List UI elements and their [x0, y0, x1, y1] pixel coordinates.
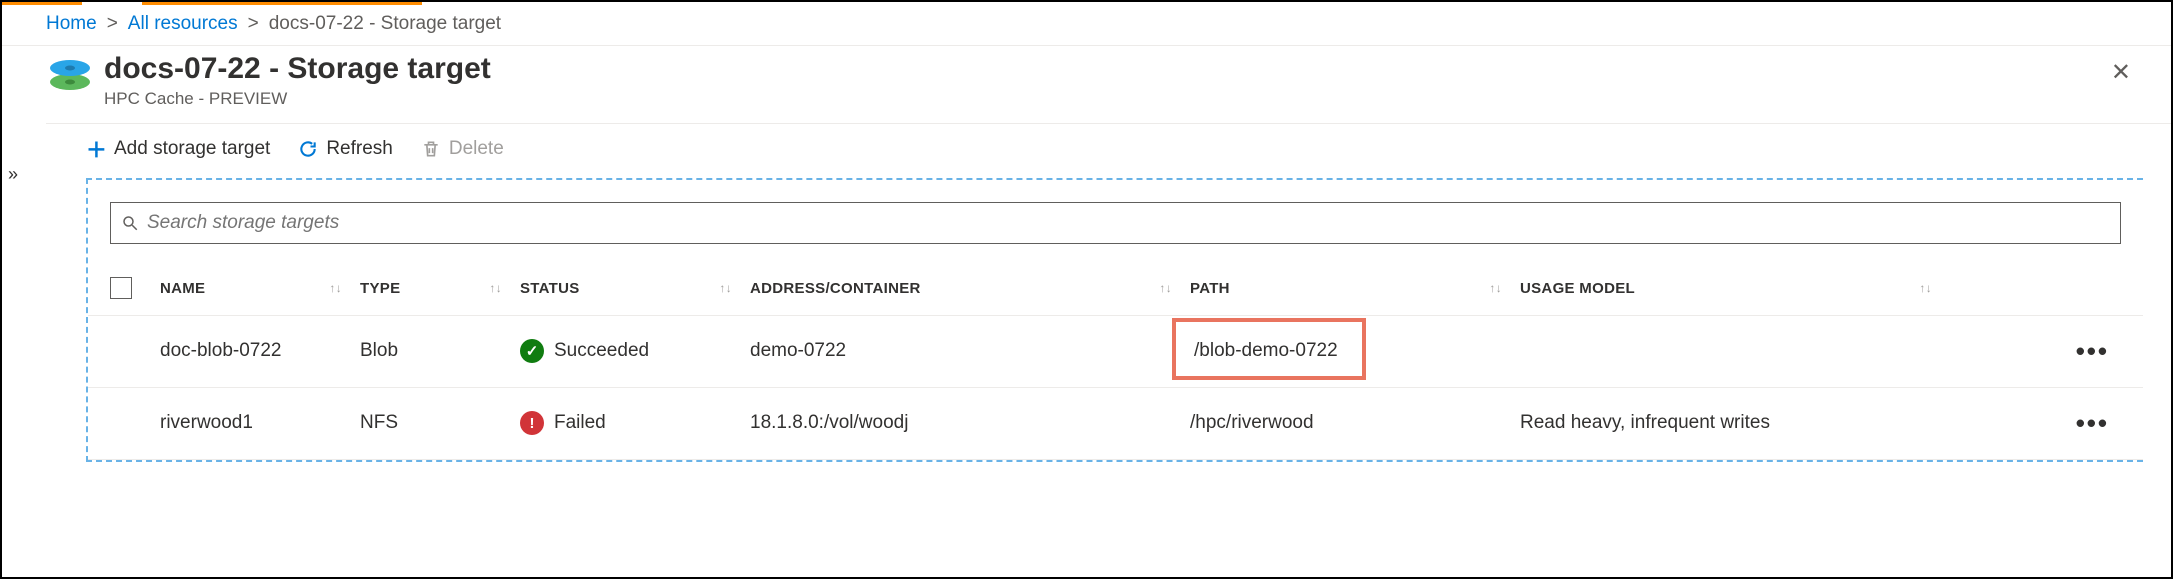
- search-input-wrapper[interactable]: [110, 202, 2121, 244]
- row-more-button[interactable]: •••: [1950, 336, 2121, 367]
- status-success-icon: ✓: [520, 339, 544, 363]
- search-input[interactable]: [147, 212, 2110, 234]
- expand-sidebar-button[interactable]: »: [8, 164, 18, 185]
- refresh-button[interactable]: Refresh: [298, 138, 393, 160]
- page-header: docs-07-22 - Storage target HPC Cache - …: [2, 45, 2171, 123]
- breadcrumb-current: docs-07-22 - Storage target: [269, 13, 501, 35]
- table-header: NAME↑↓ TYPE↑↓ STATUS↑↓ ADDRESS/CONTAINER…: [88, 262, 2143, 316]
- trash-icon: [421, 139, 441, 159]
- page-subtitle: HPC Cache - PREVIEW: [104, 89, 2101, 109]
- delete-button: Delete: [421, 138, 504, 160]
- refresh-label: Refresh: [326, 138, 393, 160]
- page-title: docs-07-22 - Storage target: [104, 52, 2101, 87]
- cell-name: doc-blob-0722: [160, 340, 360, 362]
- cell-name: riverwood1: [160, 412, 360, 434]
- column-header-usage[interactable]: USAGE MODEL↑↓: [1520, 280, 1950, 297]
- plus-icon: [86, 139, 106, 159]
- sort-icon: ↑↓: [489, 281, 520, 295]
- cell-address: demo-0722: [750, 340, 1190, 362]
- cell-path: /hpc/riverwood: [1190, 412, 1520, 434]
- add-label: Add storage target: [114, 138, 270, 160]
- sort-icon: ↑↓: [719, 281, 750, 295]
- toolbar: Add storage target Refresh Delete: [46, 124, 2171, 178]
- cell-type: Blob: [360, 340, 520, 362]
- breadcrumb-all-resources[interactable]: All resources: [128, 13, 238, 35]
- sort-icon: ↑↓: [1159, 281, 1190, 295]
- storage-targets-table: NAME↑↓ TYPE↑↓ STATUS↑↓ ADDRESS/CONTAINER…: [88, 262, 2143, 460]
- status-failed-icon: !: [520, 411, 544, 435]
- cell-address: 18.1.8.0:/vol/woodj: [750, 412, 1190, 434]
- column-header-path[interactable]: PATH↑↓: [1190, 280, 1520, 297]
- column-header-type[interactable]: TYPE↑↓: [360, 280, 520, 297]
- sort-icon: ↑↓: [329, 281, 360, 295]
- add-storage-target-button[interactable]: Add storage target: [86, 138, 270, 160]
- sort-icon: ↑↓: [1489, 281, 1520, 295]
- row-more-button[interactable]: •••: [1950, 408, 2121, 439]
- breadcrumb: Home > All resources > docs-07-22 - Stor…: [2, 5, 2171, 45]
- sort-icon: ↑↓: [1919, 281, 1950, 295]
- column-header-address[interactable]: ADDRESS/CONTAINER↑↓: [750, 280, 1190, 297]
- select-all-checkbox[interactable]: [110, 277, 132, 299]
- selection-region: NAME↑↓ TYPE↑↓ STATUS↑↓ ADDRESS/CONTAINER…: [86, 178, 2143, 462]
- resource-icon: [46, 52, 94, 100]
- breadcrumb-separator: >: [248, 13, 259, 35]
- path-highlight: /blob-demo-0722: [1172, 318, 1366, 380]
- column-header-name[interactable]: NAME↑↓: [160, 280, 360, 297]
- table-row[interactable]: riverwood1 NFS ! Failed 18.1.8.0:/vol/wo…: [88, 388, 2143, 460]
- breadcrumb-home[interactable]: Home: [46, 13, 97, 35]
- refresh-icon: [298, 139, 318, 159]
- table-row[interactable]: doc-blob-0722 Blob ✓ Succeeded demo-0722…: [88, 316, 2143, 388]
- cell-usage: Read heavy, infrequent writes: [1520, 412, 1950, 434]
- close-button[interactable]: ✕: [2101, 52, 2141, 93]
- search-icon: [121, 214, 139, 232]
- cell-path: /blob-demo-0722: [1190, 338, 1520, 364]
- column-header-status[interactable]: STATUS↑↓: [520, 280, 750, 297]
- cell-status: ✓ Succeeded: [520, 339, 750, 363]
- delete-label: Delete: [449, 138, 504, 160]
- breadcrumb-separator: >: [107, 13, 118, 35]
- cell-type: NFS: [360, 412, 520, 434]
- cell-status: ! Failed: [520, 411, 750, 435]
